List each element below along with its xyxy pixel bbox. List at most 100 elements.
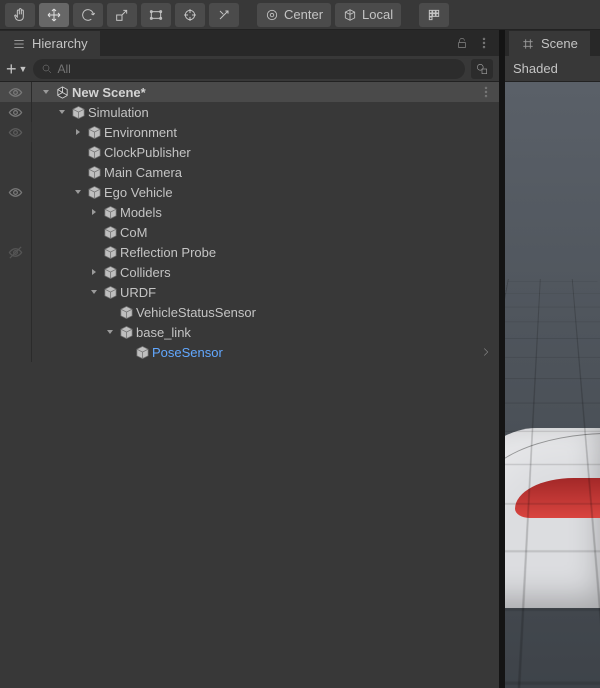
tree-row-base[interactable]: base_link: [0, 322, 499, 342]
search-input[interactable]: [57, 62, 457, 76]
expand-arrow[interactable]: [40, 82, 52, 102]
tree-row-models[interactable]: Models: [0, 202, 499, 222]
hierarchy-tab[interactable]: Hierarchy: [0, 30, 100, 56]
visibility-toggle[interactable]: [0, 182, 32, 202]
expand-arrow[interactable]: [88, 282, 100, 302]
rotate-tool-button[interactable]: [73, 3, 103, 27]
visibility-toggle[interactable]: [0, 142, 32, 162]
hierarchy-toolbar: + ▼: [0, 56, 499, 82]
visibility-toggle[interactable]: [0, 82, 32, 102]
transform-tool-group: [5, 3, 239, 27]
visibility-toggle[interactable]: [0, 162, 32, 182]
visibility-toggle[interactable]: [0, 282, 32, 302]
hierarchy-tree[interactable]: New Scene* Simulation Environment ClockPubl…: [0, 82, 499, 688]
unity-logo-icon: [54, 84, 70, 100]
search-icon: [41, 63, 53, 75]
hierarchy-search[interactable]: [33, 59, 465, 79]
move-icon: [46, 7, 62, 23]
tree-row-env[interactable]: Environment: [0, 122, 499, 142]
tree-row-urdf[interactable]: URDF: [0, 282, 499, 302]
tree-row-com[interactable]: CoM: [0, 222, 499, 242]
pivot-rotation-label: Local: [362, 7, 393, 22]
visibility-toggle[interactable]: [0, 242, 32, 262]
expand-arrow[interactable]: [104, 322, 116, 342]
tree-item-label: CoM: [120, 225, 147, 240]
transform-tool-button[interactable]: [175, 3, 205, 27]
visibility-toggle[interactable]: [0, 122, 32, 142]
scene-tab-row: Scene: [505, 30, 600, 56]
visibility-toggle[interactable]: [0, 322, 32, 342]
visibility-toggle[interactable]: [0, 262, 32, 282]
create-button[interactable]: + ▼: [6, 62, 27, 76]
tree-row-clock[interactable]: ClockPublisher: [0, 142, 499, 162]
search-by-type-button[interactable]: [471, 59, 493, 79]
tree-item-label: base_link: [136, 325, 191, 340]
filter-type-icon: [475, 62, 489, 76]
gameobject-cube-icon: [102, 244, 118, 260]
gameobject-cube-icon: [102, 204, 118, 220]
rect-tool-button[interactable]: [141, 3, 171, 27]
kebab-icon[interactable]: [477, 36, 491, 50]
expand-arrow[interactable]: [72, 122, 84, 142]
visibility-toggle[interactable]: [0, 342, 32, 362]
chevron-right-icon: [479, 345, 493, 359]
scene-tab-label: Scene: [541, 36, 578, 51]
grid-icon: [426, 7, 442, 23]
gameobject-cube-icon: [118, 304, 134, 320]
gameobject-cube-icon: [102, 264, 118, 280]
lock-icon[interactable]: [455, 36, 469, 50]
pivot-center-icon: [265, 8, 279, 22]
main-split: Hierarchy + ▼ New Scene* Simulation Enviro…: [0, 30, 600, 688]
hand-tool-button[interactable]: [5, 3, 35, 27]
expand-arrow[interactable]: [88, 262, 100, 282]
visibility-toggle[interactable]: [0, 302, 32, 322]
scene-panel: Scene Shaded: [505, 30, 600, 688]
gameobject-cube-icon: [102, 284, 118, 300]
tree-item-label: VehicleStatusSensor: [136, 305, 256, 320]
tree-item-label: Simulation: [88, 105, 149, 120]
viewport-grid: [505, 82, 600, 279]
tree-row-refl[interactable]: Reflection Probe: [0, 242, 499, 262]
snap-group: [419, 3, 449, 27]
tree-item-label: Environment: [104, 125, 177, 140]
combined-transform-icon: [182, 7, 198, 23]
tree-row-coll[interactable]: Colliders: [0, 262, 499, 282]
visibility-toggle[interactable]: [0, 202, 32, 222]
visibility-toggle[interactable]: [0, 102, 32, 122]
tree-row-pose[interactable]: PoseSensor: [0, 342, 499, 362]
gameobject-cube-icon: [86, 144, 102, 160]
scale-tool-button[interactable]: [107, 3, 137, 27]
tree-item-label: New Scene*: [72, 85, 146, 100]
expand-arrow[interactable]: [72, 182, 84, 202]
pivot-mode-button[interactable]: Center: [257, 3, 331, 27]
cube-icon: [343, 8, 357, 22]
tree-item-label: Colliders: [120, 265, 171, 280]
tools-icon: [216, 7, 232, 23]
expand-arrow[interactable]: [56, 102, 68, 122]
visibility-toggle[interactable]: [0, 222, 32, 242]
tree-row-ego[interactable]: Ego Vehicle: [0, 182, 499, 202]
scale-icon: [114, 7, 130, 23]
pivot-rotation-button[interactable]: Local: [335, 3, 401, 27]
scene-shading-dropdown[interactable]: Shaded: [513, 61, 558, 76]
tree-row-cam[interactable]: Main Camera: [0, 162, 499, 182]
tree-row-scene[interactable]: New Scene*: [0, 82, 499, 102]
hierarchy-tab-icons: [455, 36, 499, 50]
scene-toolbar: Shaded: [505, 56, 600, 82]
custom-tools-button[interactable]: [209, 3, 239, 27]
gameobject-cube-icon: [102, 224, 118, 240]
grid-snap-button[interactable]: [419, 3, 449, 27]
expand-arrow[interactable]: [88, 202, 100, 222]
gameobject-cube-icon: [86, 124, 102, 140]
tree-row-sim[interactable]: Simulation: [0, 102, 499, 122]
hierarchy-icon: [12, 37, 26, 51]
plus-icon: +: [6, 62, 17, 76]
move-tool-button[interactable]: [39, 3, 69, 27]
dropdown-caret-icon: ▼: [19, 64, 28, 74]
scene-tab[interactable]: Scene: [509, 30, 590, 56]
scene-context-menu[interactable]: [479, 85, 493, 99]
hand-icon: [12, 7, 28, 23]
tree-item-label: Main Camera: [104, 165, 182, 180]
scene-viewport[interactable]: [505, 82, 600, 688]
tree-row-vss[interactable]: VehicleStatusSensor: [0, 302, 499, 322]
